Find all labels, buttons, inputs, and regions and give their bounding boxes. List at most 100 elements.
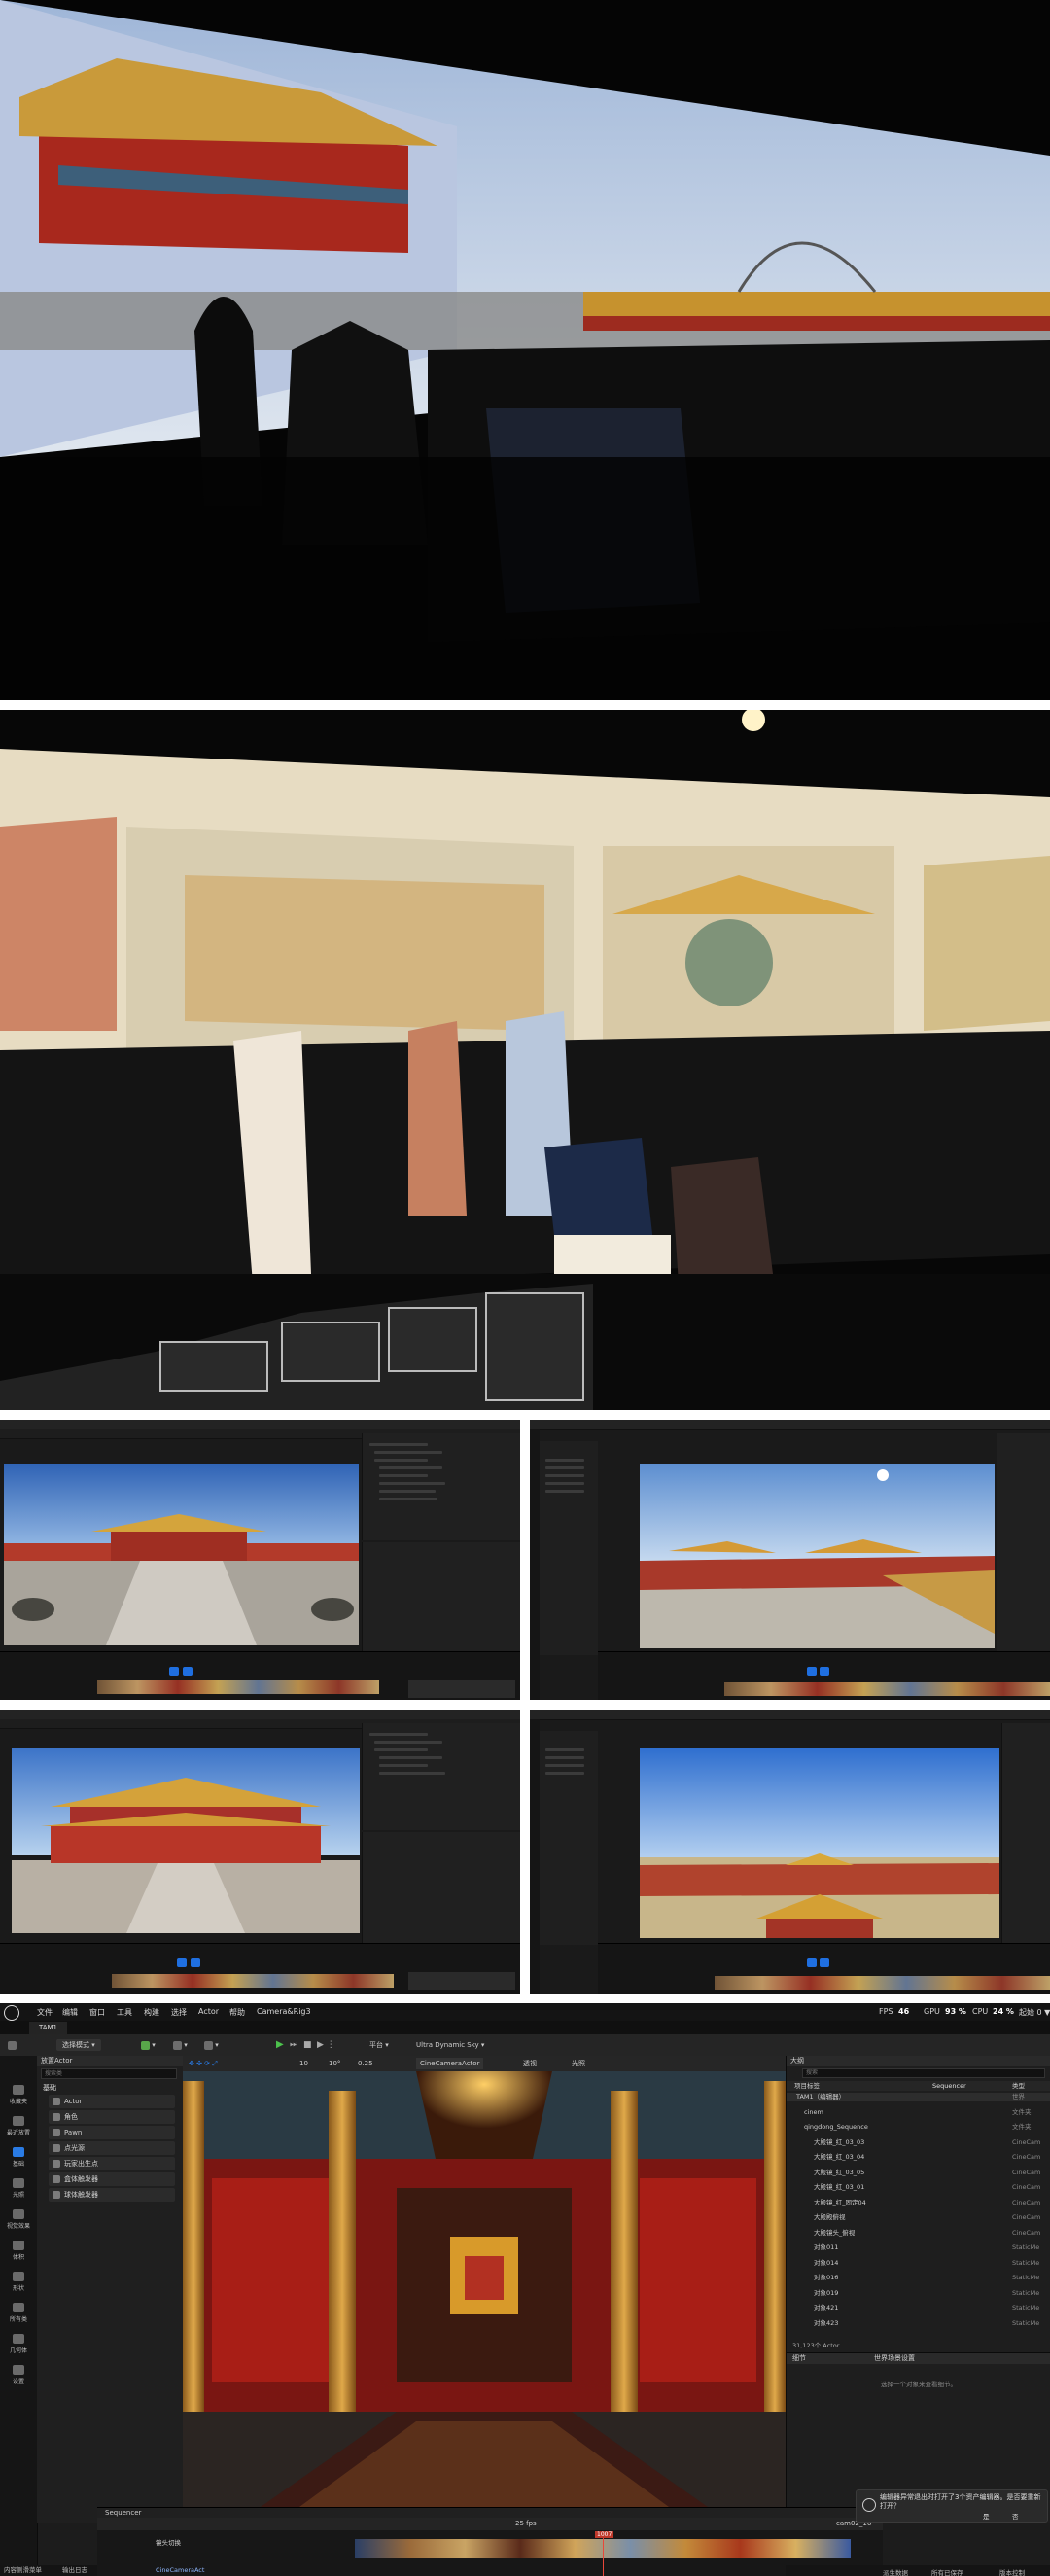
outliner-row[interactable]: 大殿镜_红_03_04 CineCam <box>787 2153 1050 2162</box>
viewport-4[interactable] <box>640 1748 999 1938</box>
save-status[interactable]: 所有已保存 <box>931 2567 963 2576</box>
camera-pilot-button[interactable]: CineCameraActor <box>416 2058 484 2069</box>
menu-item-build[interactable]: 构建 <box>144 2007 159 2018</box>
outliner-row-type: CineCam <box>1012 2228 1041 2237</box>
output-log-button[interactable]: 输出日志 <box>62 2565 88 2576</box>
rail-settings[interactable]: 设置 <box>4 2365 33 2385</box>
outliner-row[interactable]: 大殿镜_红_03_05 CineCam <box>787 2169 1050 2177</box>
outliner-row[interactable]: 对象016 StaticMe <box>787 2274 1050 2282</box>
place-search-input[interactable] <box>41 2068 177 2079</box>
outliner-row[interactable]: 对象423 StaticMe <box>787 2319 1050 2328</box>
outliner-row[interactable]: 大殿殿俯视 CineCam <box>787 2213 1050 2222</box>
grid-snap-value[interactable]: 10 <box>299 2058 308 2069</box>
outliner-row[interactable]: 对象019 StaticMe <box>787 2289 1050 2298</box>
world-settings-tab[interactable]: 世界场景设置 <box>874 2353 915 2364</box>
toast-reopen-button[interactable]: 是 <box>983 2511 990 2521</box>
menu-item-select[interactable]: 选择 <box>171 2007 187 2018</box>
stop-button[interactable]: ■ <box>303 2039 312 2051</box>
outliner-row[interactable]: 大殿镜头_俯视 CineCam <box>787 2229 1050 2238</box>
sequencer-fps[interactable]: 25 fps <box>515 2518 537 2530</box>
place-item-box-trigger[interactable]: 盒体触发器 <box>49 2172 175 2186</box>
angle-snap-value[interactable]: 10° <box>329 2058 340 2069</box>
place-item-actor[interactable]: Actor <box>49 2095 175 2108</box>
divider <box>0 1410 1050 1420</box>
menu-item-edit[interactable]: 编辑 <box>62 2007 78 2018</box>
place-item-point-light[interactable]: 点光源 <box>49 2141 175 2155</box>
viewport-2[interactable] <box>640 1464 995 1648</box>
menu-extra[interactable]: 起始 0 ▼ <box>1019 2007 1050 2018</box>
step-button[interactable]: ⏭ <box>290 2039 298 2051</box>
rail-shapes[interactable]: 形状 <box>4 2272 33 2292</box>
outliner-title: 大纲 <box>787 2056 1050 2066</box>
outliner-row-type: 文件夹 <box>1012 2107 1032 2116</box>
level-tab[interactable]: TAM1 <box>29 2022 68 2034</box>
outliner-search-input[interactable] <box>802 2068 1045 2078</box>
viewport-2-scene <box>640 1464 995 1648</box>
rail-recent[interactable]: 最近放置 <box>4 2116 33 2136</box>
outliner-col-label[interactable]: 项目标签 <box>794 2081 820 2091</box>
sequencer-tab[interactable]: Sequencer <box>932 2081 966 2091</box>
outliner-row-type: 世界 <box>1012 2093 1025 2100</box>
sequencer-title[interactable]: Sequencer <box>105 2508 141 2518</box>
menu-item-tools[interactable]: 工具 <box>117 2007 132 2018</box>
rail-favorites[interactable]: 收藏夹 <box>4 2085 33 2105</box>
outliner-col-type[interactable]: 类型 <box>1012 2081 1025 2091</box>
rail-all-classes[interactable]: 所有类 <box>4 2303 33 2323</box>
viewport-1[interactable] <box>4 1464 359 1645</box>
viewport-3[interactable] <box>12 1748 360 1933</box>
add-icon[interactable]: ▾ <box>141 2039 156 2051</box>
menu-item-actor[interactable]: Actor <box>198 2007 219 2016</box>
outliner-row[interactable]: 对象421 StaticMe <box>787 2304 1050 2312</box>
rail-geometry[interactable]: 几何体 <box>4 2334 33 2354</box>
rail-lights[interactable]: 光照 <box>4 2178 33 2199</box>
place-item-character[interactable]: 角色 <box>49 2110 175 2124</box>
main-viewport[interactable] <box>183 2071 786 2507</box>
lit-mode-button[interactable]: 光照 <box>572 2058 585 2069</box>
sky-preset-button[interactable]: Ultra Dynamic Sky ▾ <box>416 2039 484 2051</box>
perspective-button[interactable]: 透视 <box>523 2058 537 2069</box>
toast-dismiss-button[interactable]: 否 <box>1012 2511 1019 2521</box>
place-item-pawn[interactable]: Pawn <box>49 2126 175 2139</box>
place-section-basic: 基础 <box>43 2084 56 2092</box>
scale-snap-value[interactable]: 0.25 <box>358 2058 373 2069</box>
cut-track-label[interactable]: 镜头切换 <box>156 2537 181 2547</box>
outliner-row-type: CineCam <box>1012 2183 1041 2191</box>
outliner-header: 项目标签 Sequencer 类型 <box>787 2081 1050 2091</box>
menu-item-help[interactable]: 帮助 <box>229 2007 245 2018</box>
outliner-row[interactable]: 对象014 StaticMe <box>787 2259 1050 2268</box>
place-actors-title: 放置Actor <box>37 2056 183 2066</box>
menu-item-camera-rig[interactable]: Camera&Rig3 <box>257 2007 311 2016</box>
outliner-row[interactable]: cinem 文件夹 <box>787 2108 1050 2117</box>
menu-item-window[interactable]: 窗口 <box>89 2007 105 2018</box>
outliner-row[interactable]: 大殿镜_红_固定04 CineCam <box>787 2199 1050 2207</box>
outliner-row[interactable]: TAM1（编辑器） 世界 <box>787 2093 1050 2101</box>
editor-shot-1 <box>0 1420 520 1700</box>
place-item-player-start[interactable]: 玩家出生点 <box>49 2157 175 2170</box>
select-mode-button[interactable]: 选择模式 ▾ <box>56 2039 101 2051</box>
transform-tools[interactable]: ✥ ✣ ⟳ ⤢ <box>189 2058 218 2069</box>
cinematics-icon[interactable]: ▾ <box>204 2039 219 2051</box>
outliner-row[interactable]: 大殿镜_红_03_03 CineCam <box>787 2138 1050 2147</box>
save-icon[interactable] <box>8 2039 17 2051</box>
place-item-sphere-trigger[interactable]: 球体触发器 <box>49 2188 175 2202</box>
source-control-button[interactable]: 版本控制 <box>999 2567 1025 2576</box>
play-options-button[interactable]: ▶ ⋮ <box>317 2039 335 2051</box>
outliner-row[interactable]: 大殿镜_红_03_01 CineCam <box>787 2183 1050 2192</box>
gpu-label: GPU <box>924 2007 940 2016</box>
platform-button[interactable]: 平台 ▾ <box>369 2039 389 2051</box>
play-button[interactable]: ▶ <box>276 2039 284 2051</box>
engine-logo-icon[interactable] <box>4 2005 19 2021</box>
content-drawer-button[interactable]: 内容侧滑菜单 <box>4 2565 42 2576</box>
rail-basic[interactable]: 基础 <box>4 2147 33 2168</box>
outliner-row[interactable]: 对象011 StaticMe <box>787 2243 1050 2252</box>
editor-shot-3 <box>0 1710 520 1994</box>
camera-track-label[interactable]: CineCameraAct <box>156 2566 204 2574</box>
details-tab[interactable]: 细节 <box>792 2353 806 2364</box>
blueprint-icon[interactable]: ▾ <box>173 2039 188 2051</box>
outliner-row-type: 文件夹 <box>1012 2123 1032 2131</box>
rail-vfx[interactable]: 视觉效果 <box>4 2209 33 2230</box>
derived-data-button[interactable]: 派生数据 <box>883 2567 908 2576</box>
outliner-row[interactable]: qingdong_Sequence 文件夹 <box>787 2123 1050 2132</box>
menu-item-file[interactable]: 文件 <box>37 2007 52 2018</box>
rail-volumes[interactable]: 体积 <box>4 2241 33 2261</box>
